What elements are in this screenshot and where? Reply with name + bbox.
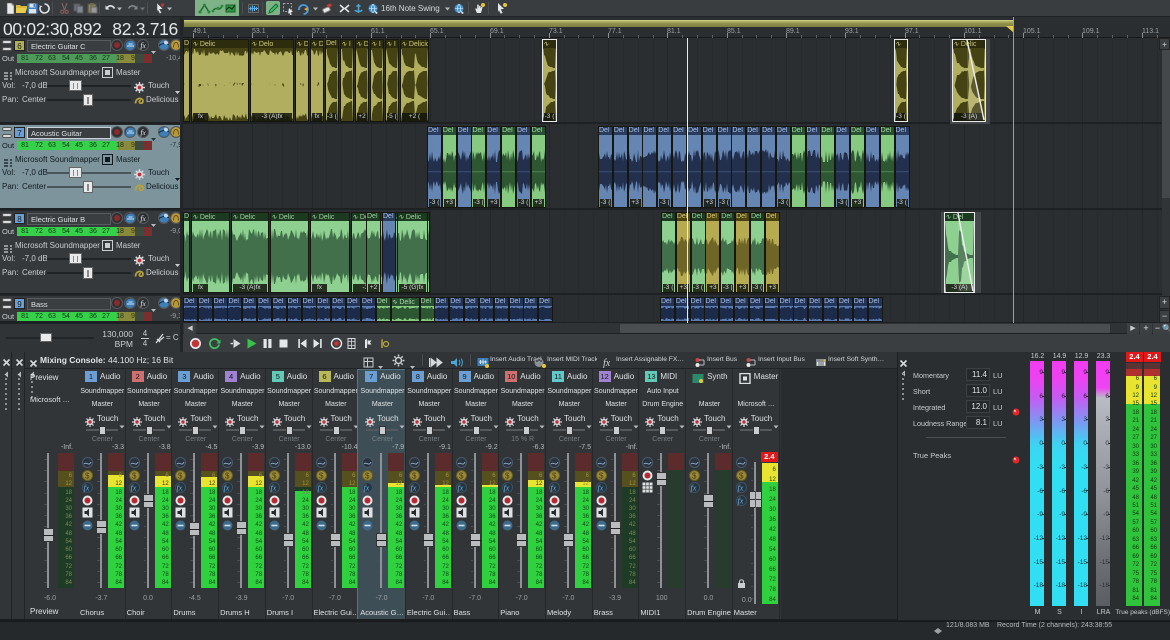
svg-text:fx: fx	[551, 484, 557, 493]
svg-text:fx: fx	[691, 484, 697, 493]
svg-text:$: $	[85, 471, 90, 480]
svg-text:$: $	[412, 471, 417, 480]
svg-text:$: $	[319, 471, 324, 480]
svg-text:fx: fx	[364, 484, 370, 493]
svg-text:$: $	[599, 471, 604, 480]
svg-text:fx: fx	[130, 484, 136, 493]
svg-text:$: $	[132, 471, 137, 480]
svg-text:fx: fx	[177, 484, 183, 493]
svg-text:$: $	[505, 471, 510, 480]
svg-text:fx: fx	[224, 484, 230, 493]
svg-text:$: $	[178, 471, 183, 480]
svg-text:fx: fx	[597, 484, 603, 493]
svg-text:$: $	[552, 471, 557, 480]
svg-text:fx: fx	[84, 484, 90, 493]
svg-text:$: $	[225, 471, 230, 480]
svg-text:$: $	[692, 471, 697, 480]
svg-text:fx: fx	[737, 496, 743, 505]
svg-text:fx: fx	[317, 484, 323, 493]
svg-text:$: $	[272, 471, 277, 480]
svg-text:fx: fx	[457, 484, 463, 493]
svg-text:fx: fx	[504, 484, 510, 493]
svg-text:$: $	[459, 471, 464, 480]
svg-text:fx: fx	[737, 484, 743, 493]
svg-text:fx: fx	[410, 484, 416, 493]
svg-text:$: $	[739, 471, 744, 480]
svg-text:$: $	[365, 471, 370, 480]
svg-text:fx: fx	[270, 484, 276, 493]
